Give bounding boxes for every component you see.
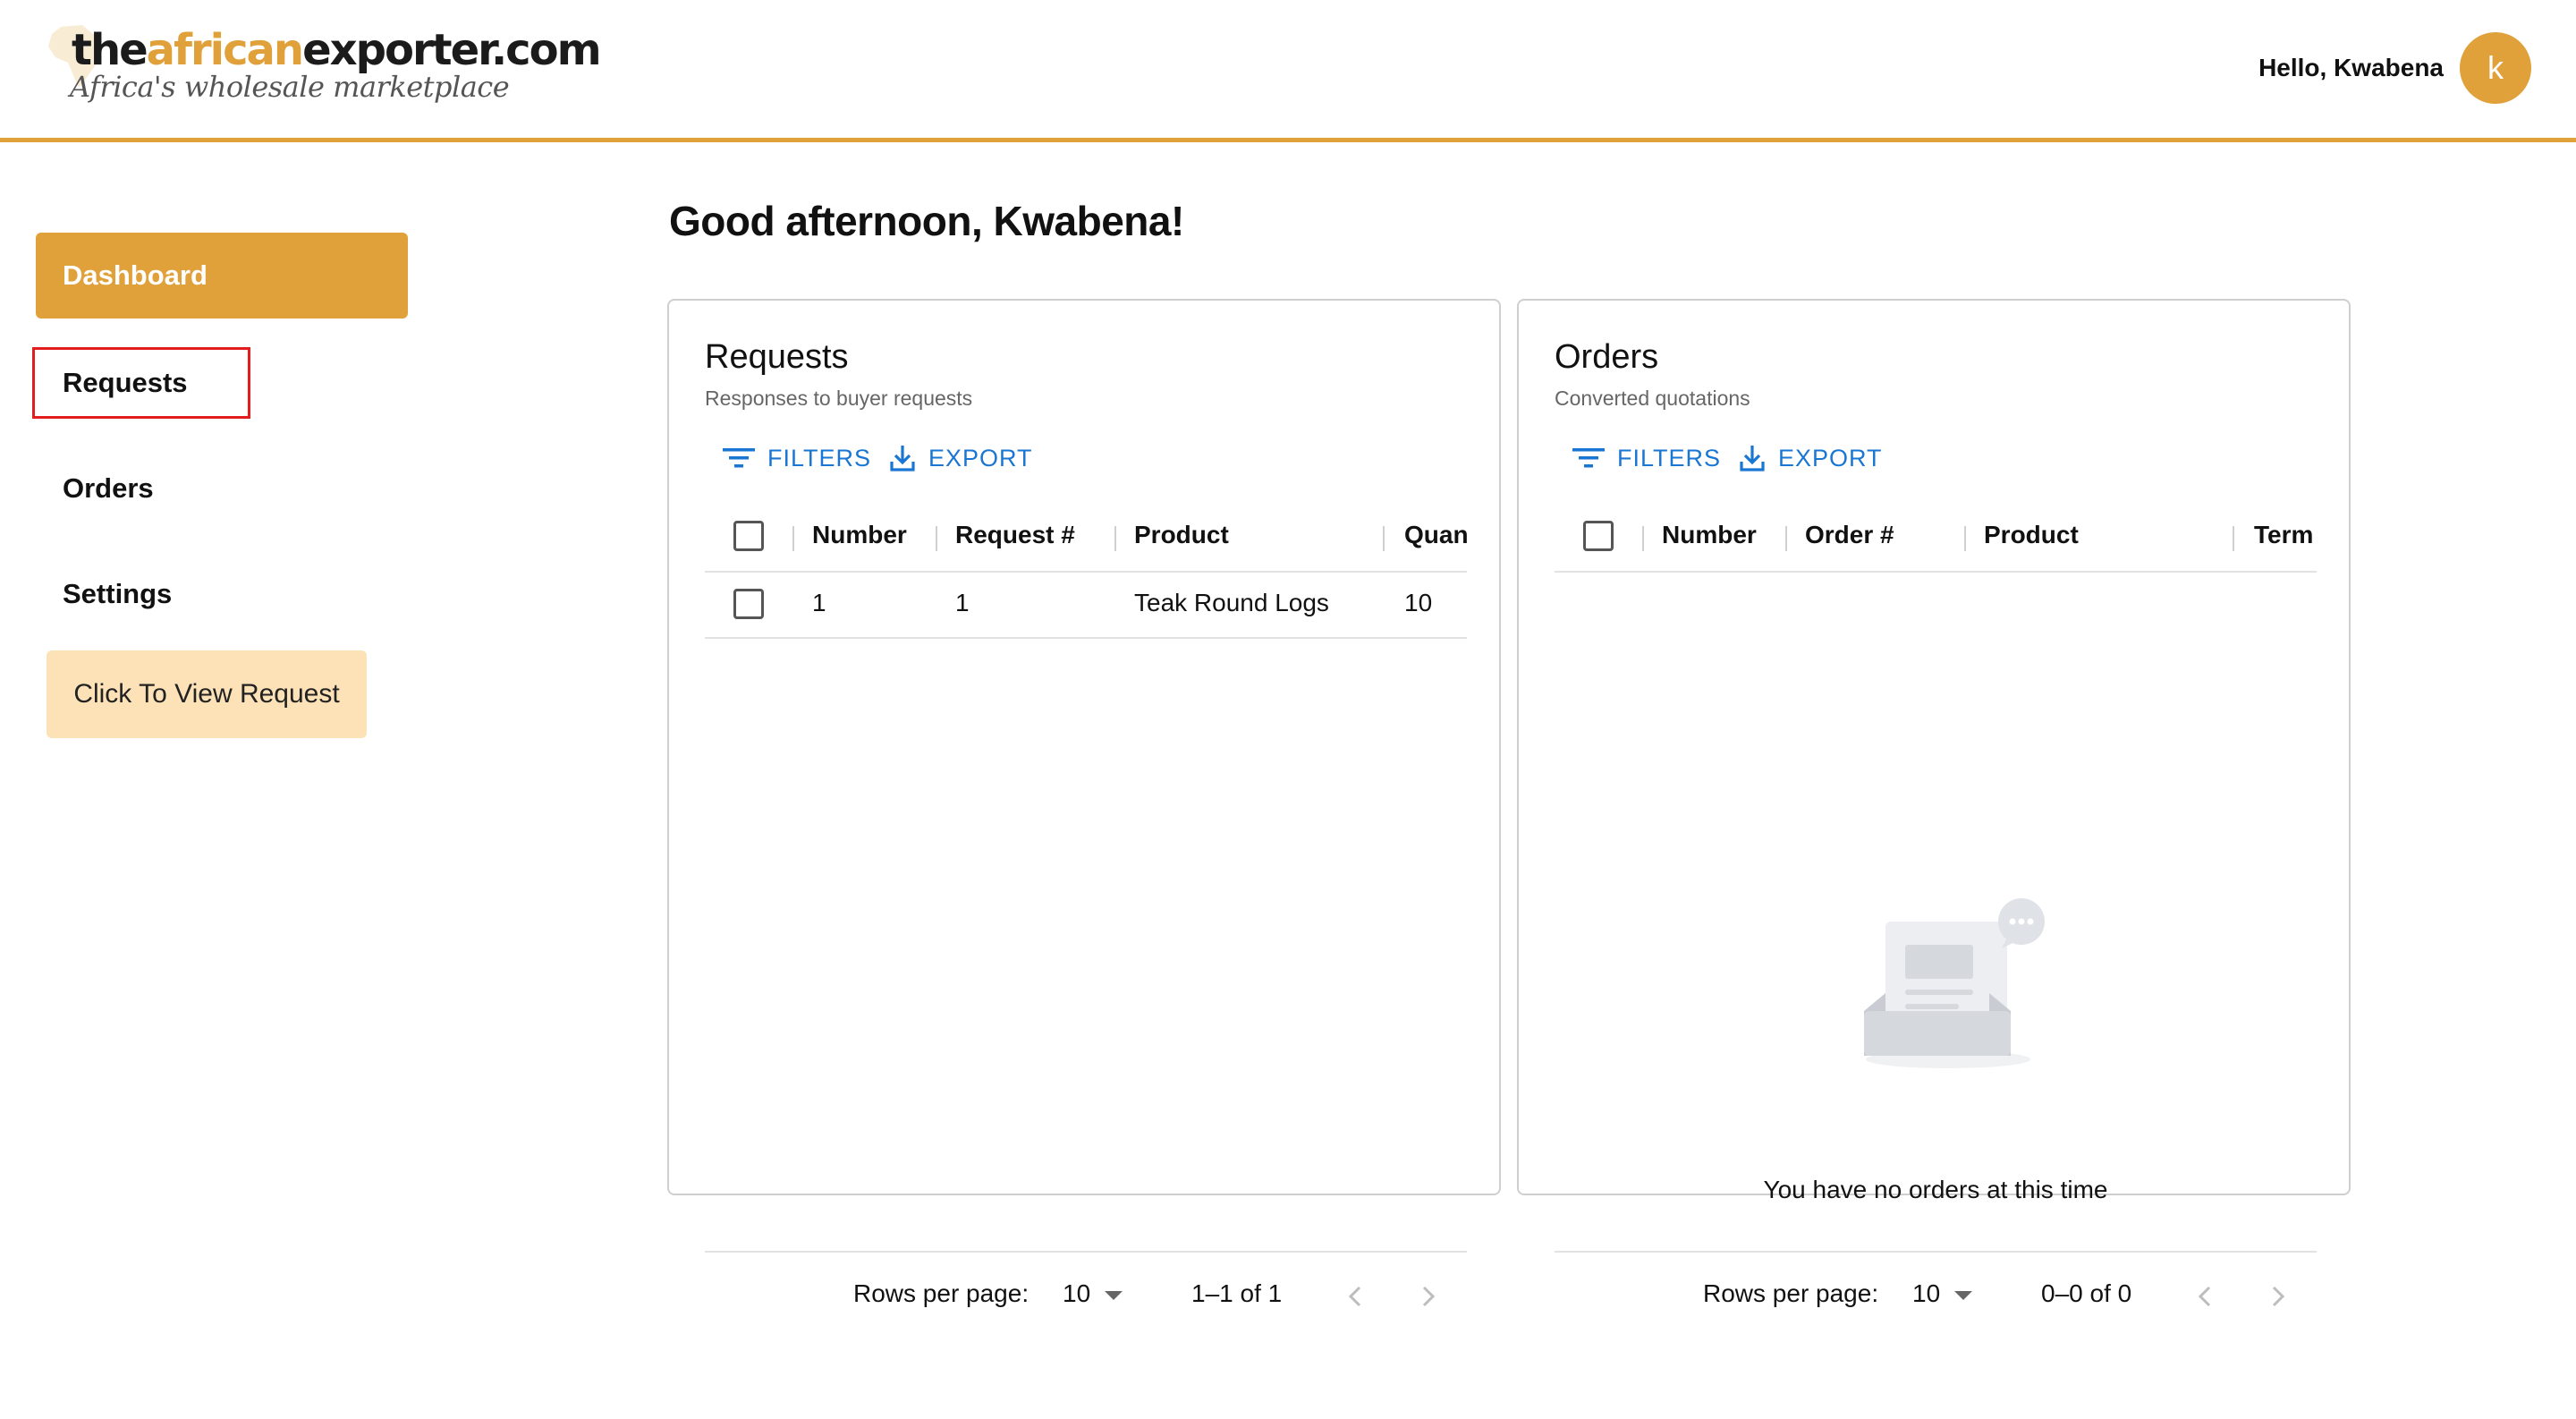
grid-header-row: Number Request # Product Quan bbox=[705, 503, 1467, 573]
sidebar-item-settings[interactable]: Settings bbox=[36, 551, 408, 637]
chevron-right-icon[interactable] bbox=[2270, 1285, 2286, 1308]
column-separator[interactable] bbox=[1642, 526, 1644, 551]
column-separator[interactable] bbox=[1964, 526, 1966, 551]
grid-footer-divider bbox=[705, 1251, 1467, 1253]
cell-number: 1 bbox=[812, 589, 826, 616]
column-separator[interactable] bbox=[936, 526, 937, 551]
row-checkbox[interactable] bbox=[733, 589, 764, 619]
column-header-term[interactable]: Term bbox=[2254, 521, 2317, 549]
rows-per-page-label: Rows per page: bbox=[1703, 1279, 1879, 1307]
grid-toolbar: FILTERS EXPORT bbox=[723, 444, 1051, 472]
orders-grid: Number Order # Product Term You have no … bbox=[1555, 503, 2317, 1347]
filter-icon bbox=[1572, 448, 1605, 468]
page-title: Good afternoon, Kwabena! bbox=[669, 198, 1184, 244]
filters-label: FILTERS bbox=[767, 444, 872, 472]
select-all-checkbox[interactable] bbox=[733, 521, 764, 551]
filters-label: FILTERS bbox=[1617, 444, 1722, 472]
download-icon bbox=[1740, 446, 1765, 472]
sidebar-item-label: Orders bbox=[63, 472, 154, 504]
download-icon bbox=[890, 446, 915, 472]
filters-button[interactable]: FILTERS bbox=[723, 445, 871, 472]
logo-tagline: Africa's wholesale marketplace bbox=[70, 70, 510, 104]
card-subtitle: Converted quotations bbox=[1555, 387, 1750, 410]
requests-card: Requests Responses to buyer requests FIL… bbox=[667, 299, 1501, 1307]
top-header: theafricanexporter.com Africa's wholesal… bbox=[0, 0, 2576, 142]
column-separator[interactable] bbox=[2233, 526, 2234, 551]
column-header-quantity[interactable]: Quan bbox=[1404, 521, 1467, 549]
grid-footer-divider bbox=[1555, 1251, 2317, 1253]
export-button[interactable]: EXPORT bbox=[1739, 444, 1883, 472]
export-label: EXPORT bbox=[928, 444, 1033, 472]
sidebar-item-label: Settings bbox=[63, 578, 173, 609]
column-separator[interactable] bbox=[1383, 526, 1385, 551]
cell-product: Teak Round Logs bbox=[1134, 589, 1329, 616]
logo-wordmark: theafricanexporter.com bbox=[72, 25, 602, 75]
user-greeting: Hello, Kwabena bbox=[2258, 54, 2444, 81]
user-avatar[interactable]: k bbox=[2460, 32, 2531, 104]
empty-orders-message: You have no orders at this time bbox=[1763, 1176, 2108, 1203]
cell-quantity: 10 bbox=[1404, 589, 1433, 616]
chevron-left-icon[interactable] bbox=[1347, 1285, 1363, 1308]
caret-down-icon[interactable] bbox=[1953, 1290, 1973, 1301]
filters-button[interactable]: FILTERS bbox=[1572, 445, 1721, 472]
grid-toolbar: FILTERS EXPORT bbox=[1572, 444, 1901, 472]
empty-inbox-icon bbox=[1864, 898, 2045, 1068]
view-request-button[interactable]: Click To View Request bbox=[47, 650, 367, 738]
column-header-product[interactable]: Product bbox=[1984, 521, 2079, 549]
rows-per-page-select[interactable]: 10 bbox=[1063, 1279, 1090, 1308]
pagination-range: 0–0 of 0 bbox=[2041, 1279, 2132, 1307]
export-button[interactable]: EXPORT bbox=[889, 444, 1033, 472]
chevron-left-icon[interactable] bbox=[2197, 1285, 2213, 1308]
column-header-number[interactable]: Number bbox=[1662, 521, 1757, 549]
filter-icon bbox=[723, 448, 755, 468]
rows-per-page-label: Rows per page: bbox=[853, 1279, 1030, 1307]
export-label: EXPORT bbox=[1778, 444, 1883, 472]
requests-highlight-box bbox=[32, 347, 250, 419]
caret-down-icon[interactable] bbox=[1104, 1290, 1123, 1301]
card-title: Requests bbox=[705, 338, 849, 376]
table-row[interactable]: 1 1 Teak Round Logs 10 bbox=[705, 573, 1467, 639]
column-header-number[interactable]: Number bbox=[812, 521, 907, 549]
column-header-product[interactable]: Product bbox=[1134, 521, 1229, 549]
column-separator[interactable] bbox=[1114, 526, 1116, 551]
cell-request-no: 1 bbox=[955, 589, 970, 616]
orders-card: Orders Converted quotations FILTERS EXPO… bbox=[1517, 299, 2351, 1307]
site-logo[interactable]: theafricanexporter.com Africa's wholesal… bbox=[43, 20, 602, 109]
column-separator[interactable] bbox=[792, 526, 794, 551]
rows-per-page-select[interactable]: 10 bbox=[1912, 1279, 1940, 1308]
sidebar-item-orders[interactable]: Orders bbox=[36, 446, 408, 531]
grid-header-row: Number Order # Product Term bbox=[1555, 503, 2317, 573]
sidebar-item-dashboard[interactable]: Dashboard bbox=[36, 233, 408, 319]
requests-grid: Number Request # Product Quan 1 1 Teak R… bbox=[705, 503, 1467, 1347]
pagination-range: 1–1 of 1 bbox=[1191, 1279, 1283, 1307]
column-header-request-no[interactable]: Request # bbox=[955, 521, 1075, 549]
card-title: Orders bbox=[1555, 338, 1659, 376]
chevron-right-icon[interactable] bbox=[1420, 1285, 1436, 1308]
column-separator[interactable] bbox=[1785, 526, 1787, 551]
card-subtitle: Responses to buyer requests bbox=[705, 387, 973, 410]
column-header-order-no[interactable]: Order # bbox=[1805, 521, 1894, 549]
select-all-checkbox[interactable] bbox=[1583, 521, 1614, 551]
sidebar-item-label: Dashboard bbox=[63, 259, 208, 291]
